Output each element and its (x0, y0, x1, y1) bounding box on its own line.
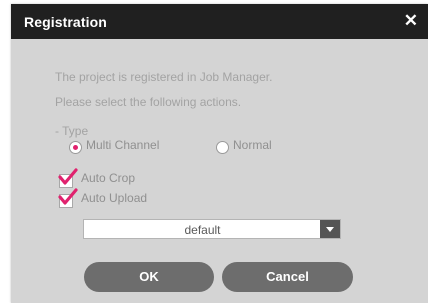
preset-select-value: default (184, 223, 221, 237)
preset-select[interactable]: default (83, 219, 341, 239)
auto-upload-label[interactable]: Auto Upload (81, 191, 147, 205)
registration-dialog: Registration ✕ The project is registered… (11, 4, 428, 303)
type-label: - Type (55, 124, 89, 138)
radio-normal[interactable] (216, 141, 229, 154)
message-line-2: Please select the following actions. (55, 95, 242, 109)
title-bar: Registration ✕ (11, 4, 428, 39)
checkmark-icon (58, 168, 78, 185)
chevron-down-icon[interactable] (320, 220, 340, 238)
checkmark-icon (58, 188, 78, 205)
message-line-1: The project is registered in Job Manager… (55, 70, 273, 84)
auto-crop-checkbox[interactable] (58, 168, 78, 188)
auto-upload-checkbox[interactable] (58, 188, 78, 208)
radio-multi-channel[interactable] (69, 141, 82, 154)
ok-button[interactable]: OK (84, 262, 214, 292)
radio-normal-label[interactable]: Normal (233, 138, 272, 152)
auto-crop-label[interactable]: Auto Crop (81, 171, 135, 185)
close-icon[interactable]: ✕ (404, 12, 418, 29)
dialog-title: Registration (24, 14, 107, 30)
radio-multi-channel-label[interactable]: Multi Channel (86, 138, 159, 152)
cancel-button[interactable]: Cancel (222, 262, 353, 292)
